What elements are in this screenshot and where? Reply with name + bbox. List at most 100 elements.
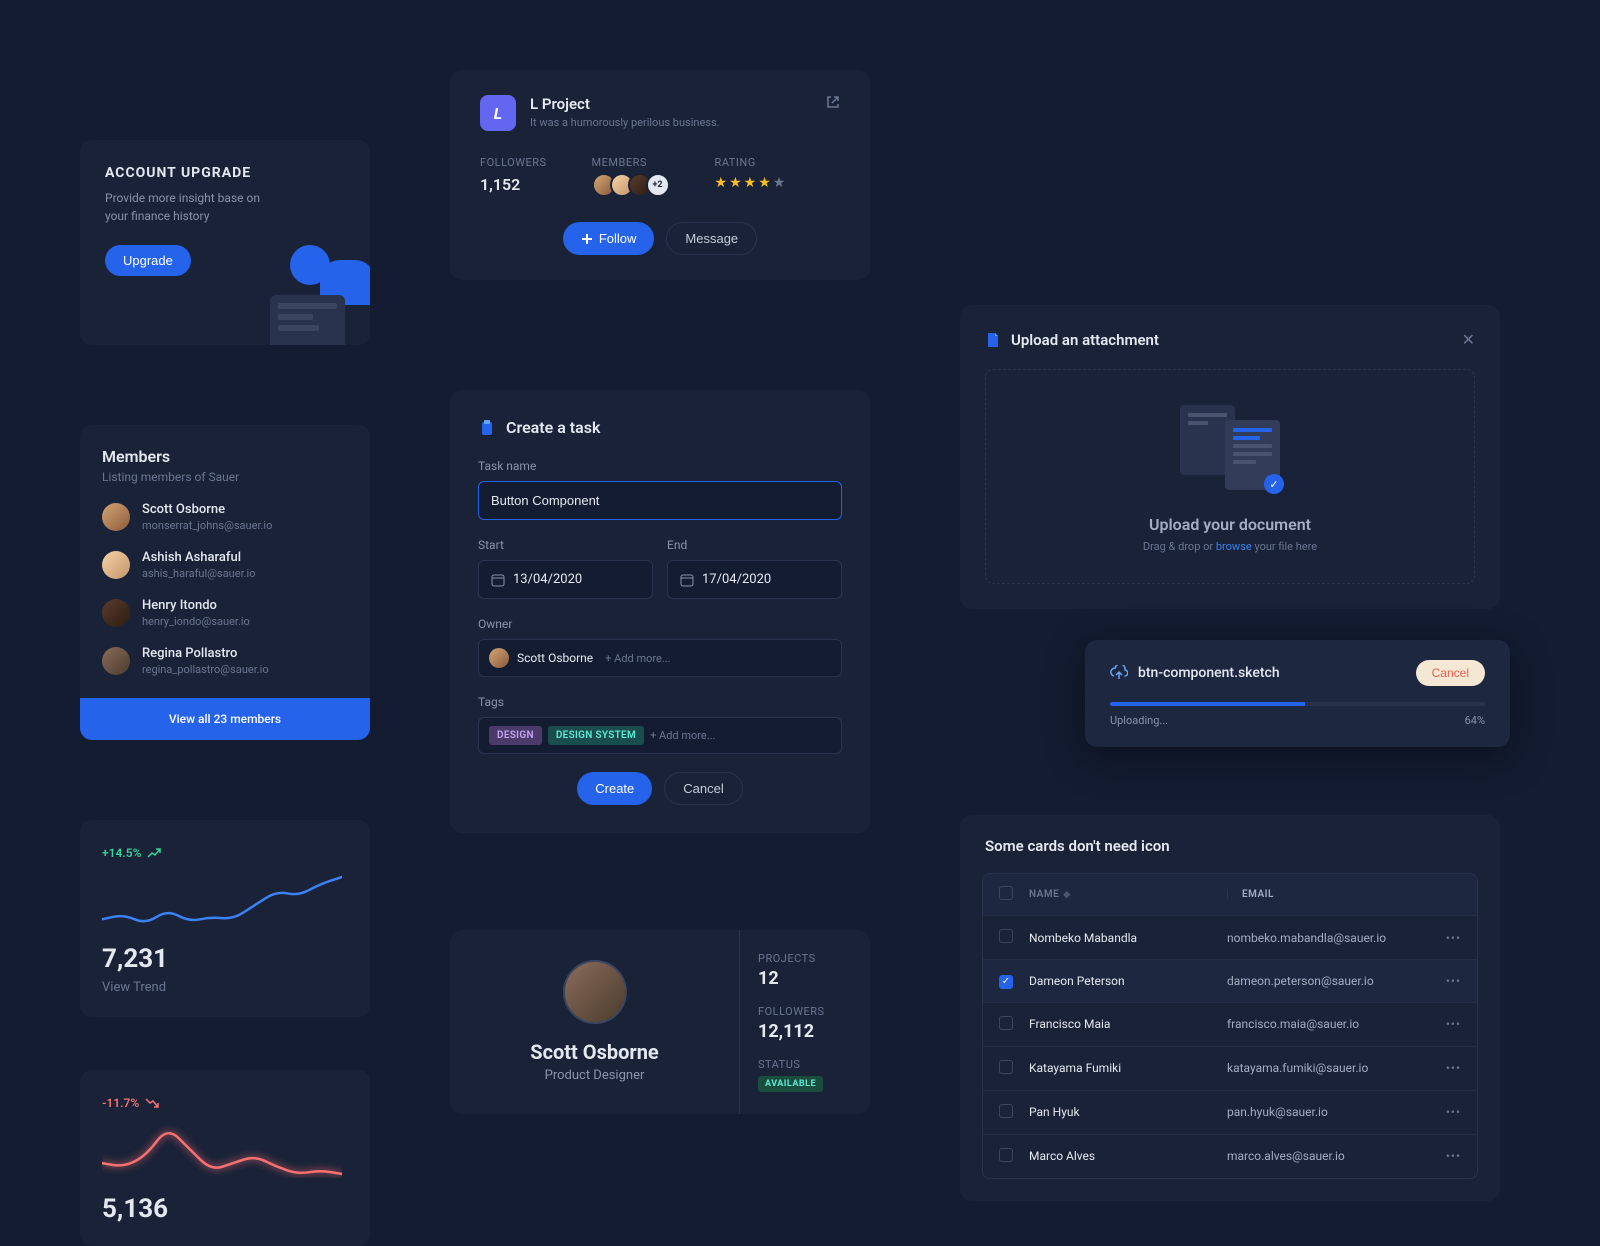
account-upgrade-card: ACCOUNT UPGRADE Provide more insight bas… xyxy=(80,140,370,345)
followers-label: FOLLOWERS xyxy=(480,156,547,169)
row-checkbox[interactable]: ✓ xyxy=(999,975,1013,989)
column-name[interactable]: NAME◆ xyxy=(1029,889,1227,900)
row-actions-icon[interactable]: ••• xyxy=(1437,1149,1461,1163)
row-actions-icon[interactable]: ••• xyxy=(1437,1061,1461,1075)
row-name: Francisco Maia xyxy=(1029,1017,1227,1031)
row-checkbox[interactable] xyxy=(999,1060,1013,1074)
profile-role: Product Designer xyxy=(480,1068,709,1083)
tags-input[interactable]: DESIGN DESIGN SYSTEM + Add more... xyxy=(478,717,842,754)
external-link-icon[interactable] xyxy=(826,95,840,109)
project-card: L L Project It was a humorously perilous… xyxy=(450,70,870,280)
trend-up-card: +14.5% 7,231 View Trend xyxy=(80,820,370,1017)
status-label: STATUS xyxy=(758,1058,852,1071)
upload-hint: Drag & drop or browse your file here xyxy=(1006,540,1454,553)
trend-up-icon xyxy=(147,848,161,858)
member-name: Scott Osborne xyxy=(142,502,272,517)
owner-input[interactable]: Scott Osborne + Add more... xyxy=(478,639,842,677)
owner-label: Owner xyxy=(478,617,842,631)
row-email: nombeko.mabandla@sauer.io xyxy=(1227,931,1437,945)
followers-count: 12,112 xyxy=(758,1021,852,1042)
row-actions-icon[interactable]: ••• xyxy=(1437,1017,1461,1031)
view-trend-link[interactable]: View Trend xyxy=(102,980,348,995)
status-badge: AVAILABLE xyxy=(758,1076,823,1092)
browse-link[interactable]: browse xyxy=(1216,540,1252,553)
profile-card: Scott Osborne Product Designer PROJECTS … xyxy=(450,930,870,1114)
task-name-input[interactable] xyxy=(478,481,842,520)
table-header: NAME◆ EMAIL xyxy=(983,874,1477,915)
start-date-input[interactable]: 13/04/2020 xyxy=(478,560,653,599)
close-icon[interactable]: ✕ xyxy=(1462,330,1475,349)
member-avatar xyxy=(102,647,130,675)
upgrade-button[interactable]: Upgrade xyxy=(105,245,191,276)
member-avatars: +2 xyxy=(592,173,670,197)
upload-percent: 64% xyxy=(1465,714,1485,727)
upload-title: Upload an attachment xyxy=(1011,331,1159,349)
table-title: Some cards don't need icon xyxy=(960,837,1500,873)
row-actions-icon[interactable]: ••• xyxy=(1437,1105,1461,1119)
row-checkbox[interactable] xyxy=(999,1016,1013,1030)
file-icon xyxy=(985,332,1001,348)
members-more-badge: +2 xyxy=(646,173,670,197)
member-row[interactable]: Scott Osborne monserrat_johns@sauer.io xyxy=(102,502,348,532)
clipboard-icon xyxy=(478,419,496,437)
row-actions-icon[interactable]: ••• xyxy=(1437,931,1461,945)
member-avatar xyxy=(102,503,130,531)
members-card: Members Listing members of Sauer Scott O… xyxy=(80,425,370,740)
add-tag-hint[interactable]: + Add more... xyxy=(650,729,715,742)
row-name: Nombeko Mabandla xyxy=(1029,931,1227,945)
row-name: Marco Alves xyxy=(1029,1149,1227,1163)
trend-percent: -11.7% xyxy=(102,1096,159,1110)
table-row[interactable]: Pan Hyuk pan.hyuk@sauer.io ••• xyxy=(983,1090,1477,1134)
tag-design[interactable]: DESIGN xyxy=(489,726,542,745)
member-name: Regina Pollastro xyxy=(142,646,269,661)
member-avatar xyxy=(102,599,130,627)
member-row[interactable]: Henry Itondo henry_iondo@sauer.io xyxy=(102,598,348,628)
create-button[interactable]: Create xyxy=(577,772,652,805)
view-all-members-button[interactable]: View all 23 members xyxy=(80,698,370,740)
row-email: pan.hyuk@sauer.io xyxy=(1227,1105,1437,1119)
row-checkbox[interactable] xyxy=(999,929,1013,943)
account-upgrade-title: ACCOUNT UPGRADE xyxy=(105,165,345,181)
end-date-input[interactable]: 17/04/2020 xyxy=(667,560,842,599)
row-email: francisco.maia@sauer.io xyxy=(1227,1017,1437,1031)
follow-button[interactable]: Follow xyxy=(563,222,655,255)
row-email: dameon.peterson@sauer.io xyxy=(1227,974,1437,988)
member-row[interactable]: Ashish Asharaful ashis_haraful@sauer.io xyxy=(102,550,348,580)
table-row[interactable]: Nombeko Mabandla nombeko.mabandla@sauer.… xyxy=(983,915,1477,959)
add-owner-hint[interactable]: + Add more... xyxy=(605,652,670,665)
trend-down-icon xyxy=(145,1098,159,1108)
dropzone[interactable]: ✓ Upload your document Drag & drop or br… xyxy=(985,369,1475,584)
row-checkbox[interactable] xyxy=(999,1148,1013,1162)
select-all-checkbox[interactable] xyxy=(999,886,1013,900)
table-row[interactable]: Katayama Fumiki katayama.fumiki@sauer.io… xyxy=(983,1046,1477,1090)
row-name: Katayama Fumiki xyxy=(1029,1061,1227,1075)
table-row[interactable]: Francisco Maia francisco.maia@sauer.io •… xyxy=(983,1002,1477,1046)
member-email: henry_iondo@sauer.io xyxy=(142,615,250,628)
message-button[interactable]: Message xyxy=(666,222,757,255)
upload-cancel-button[interactable]: Cancel xyxy=(1416,660,1485,686)
task-name-label: Task name xyxy=(478,459,842,473)
member-email: ashis_haraful@sauer.io xyxy=(142,567,256,580)
upload-headline: Upload your document xyxy=(1006,515,1454,534)
followers-label: FOLLOWERS xyxy=(758,1005,852,1018)
row-checkbox[interactable] xyxy=(999,1104,1013,1118)
calendar-icon xyxy=(680,573,694,587)
member-row[interactable]: Regina Pollastro regina_pollastro@sauer.… xyxy=(102,646,348,676)
upgrade-illustration xyxy=(260,235,370,345)
table-row[interactable]: ✓ Dameon Peterson dameon.peterson@sauer.… xyxy=(983,959,1477,1002)
followers-count: 1,152 xyxy=(480,175,547,194)
upload-progress-card: btn-component.sketch Cancel Uploading...… xyxy=(1085,640,1510,747)
users-table-card: Some cards don't need icon NAME◆ EMAIL N… xyxy=(960,815,1500,1201)
account-upgrade-desc: Provide more insight base on your financ… xyxy=(105,189,285,225)
tag-design-system[interactable]: DESIGN SYSTEM xyxy=(548,726,644,745)
check-icon: ✓ xyxy=(1264,474,1284,494)
table-row[interactable]: Marco Alves marco.alves@sauer.io ••• xyxy=(983,1134,1477,1178)
cancel-button[interactable]: Cancel xyxy=(664,772,742,805)
trend-chart xyxy=(102,873,342,928)
row-actions-icon[interactable]: ••• xyxy=(1437,974,1461,988)
sort-icon: ◆ xyxy=(1063,890,1070,900)
start-label: Start xyxy=(478,538,653,552)
member-email: regina_pollastro@sauer.io xyxy=(142,663,269,676)
trend-down-card: -11.7% 5,136 xyxy=(80,1070,370,1246)
column-email[interactable]: EMAIL xyxy=(1227,889,1437,900)
